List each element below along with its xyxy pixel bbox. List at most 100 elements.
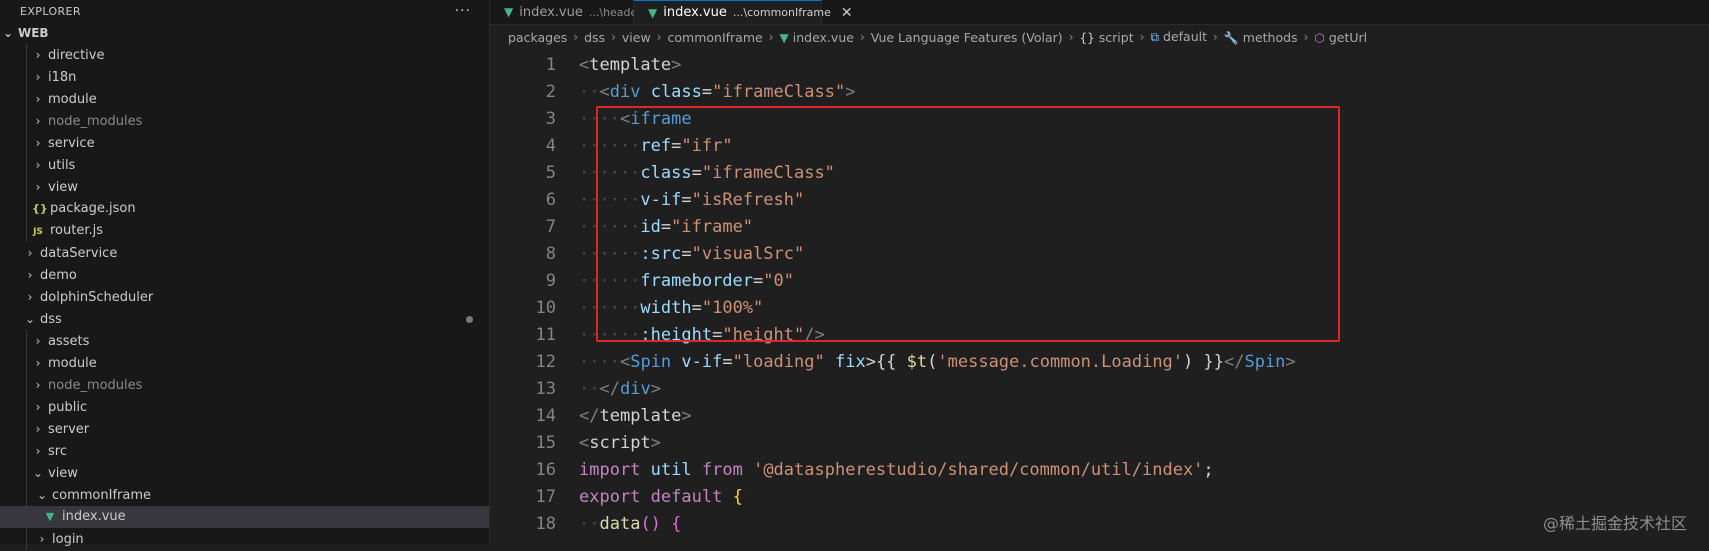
code-line[interactable]: ······width="100%" — [579, 295, 1709, 322]
breadcrumb-label: dss — [584, 29, 606, 45]
indent-guide — [26, 44, 27, 66]
tab-index-vue-header[interactable]: ▼ index.vue ...\header — [490, 0, 642, 24]
tree-item-service[interactable]: › service — [0, 132, 489, 154]
code-line[interactable]: ······ref="ifr" — [579, 133, 1709, 160]
breadcrumb-item[interactable]: commonIframe — [668, 30, 763, 45]
code-line[interactable]: ··data() { — [579, 511, 1709, 538]
tree-item-label: server — [48, 422, 90, 437]
modified-dot-icon — [466, 316, 473, 323]
code-line[interactable]: ······:src="visualSrc" — [579, 241, 1709, 268]
chevron-right-icon: › — [1303, 30, 1309, 44]
code-line[interactable]: ··</div> — [579, 376, 1709, 403]
tree-item-label: utils — [48, 158, 76, 173]
tree-item-node-modules[interactable]: › node_modules — [0, 110, 489, 132]
chevron-right-icon: › — [1068, 30, 1074, 44]
editor-tabs: ▼ index.vue ...\header ▼ index.vue ...\c… — [490, 0, 1709, 25]
code-line[interactable]: ······id="iframe" — [579, 214, 1709, 241]
breadcrumb-item[interactable]: ⧉ default — [1150, 29, 1207, 45]
code-line[interactable]: <script> — [579, 430, 1709, 457]
vue-file-icon: ▼ — [648, 5, 658, 20]
tree-item-module[interactable]: › module — [0, 352, 489, 374]
tree-item-package-json[interactable]: {} package.json — [0, 198, 489, 220]
code-token: </ — [599, 379, 620, 399]
tree-item-commoniframe[interactable]: ⌄ commonIframe — [0, 484, 489, 506]
close-icon[interactable]: ✕ — [841, 5, 853, 21]
code-line[interactable]: ······frameborder="0" — [579, 268, 1709, 295]
indent-guide — [26, 198, 27, 220]
code-token: ······ — [579, 271, 641, 291]
indent-guide — [26, 462, 27, 484]
breadcrumb-label: commonIframe — [667, 29, 763, 45]
code-line[interactable]: ····<iframe — [579, 106, 1709, 133]
tree-item-dolphinscheduler[interactable]: › dolphinScheduler — [0, 286, 489, 308]
tree-item-i18n[interactable]: › i18n — [0, 66, 489, 88]
breadcrumb-item[interactable]: dss — [584, 30, 605, 45]
more-actions-icon[interactable]: ··· — [455, 3, 471, 19]
code-line[interactable]: ······v-if="isRefresh" — [579, 187, 1709, 214]
chevron-down-icon: ⌄ — [36, 488, 48, 502]
line-number: 15 — [535, 433, 556, 453]
tree-item-login[interactable]: › login — [0, 528, 489, 550]
breadcrumb-item[interactable]: view — [622, 30, 651, 45]
code-line[interactable]: </template> — [579, 403, 1709, 430]
breadcrumb-item[interactable]: ⬡ getUrl — [1314, 30, 1367, 45]
breadcrumb-item[interactable]: Vue Language Features (Volar) — [871, 30, 1063, 45]
code-token: template — [589, 55, 672, 75]
code-token: ·· — [579, 379, 600, 399]
code-editor[interactable]: 1 2 3 4 5 6 7 8 9 10 11 12 13 14 15 16 17 18 <template> ··… — [490, 52, 1709, 544]
code-token: < — [579, 55, 590, 75]
braces-icon: {} — [1079, 30, 1095, 45]
code-token: > — [1285, 352, 1296, 372]
breadcrumb-item[interactable]: packages — [508, 30, 567, 45]
code-line[interactable]: ······:height="height"/> — [579, 322, 1709, 349]
tree-item-dss[interactable]: ⌄ dss — [0, 308, 489, 330]
tree-item-server[interactable]: › server — [0, 418, 489, 440]
code-line[interactable]: import util from '@dataspherestudio/shar… — [579, 457, 1709, 484]
code-token: :src — [640, 244, 682, 264]
code-line[interactable]: ····<Spin v-if="loading" fix>{{ $t('mess… — [579, 349, 1709, 376]
tree-item-index-vue[interactable]: ▼ index.vue — [0, 506, 489, 528]
tree-item-router-js[interactable]: JS router.js — [0, 220, 489, 242]
tree-item-src[interactable]: › src — [0, 440, 489, 462]
tree-item-node-modules[interactable]: › node_modules — [0, 374, 489, 396]
breadcrumb-label: Vue Language Features (Volar) — [870, 29, 1063, 45]
breadcrumb-item[interactable]: {} script — [1080, 30, 1134, 45]
tree-item-public[interactable]: › public — [0, 396, 489, 418]
chevron-right-icon: › — [768, 30, 774, 44]
breadcrumb-label: view — [621, 29, 651, 45]
code-token: Spin — [1244, 352, 1286, 372]
tab-index-vue-commoniframe[interactable]: ▼ index.vue ...\commonIframe ✕ — [634, 0, 853, 24]
code-token: = — [722, 352, 733, 372]
indent-guide — [26, 330, 27, 352]
tree-item-directive[interactable]: › directive — [0, 44, 489, 66]
code-token: ······ — [579, 325, 641, 345]
breadcrumb-item[interactable]: ▼ index.vue — [780, 30, 854, 45]
tree-root-web[interactable]: ⌄ WEB — [0, 22, 489, 44]
code-line[interactable]: export default { — [579, 484, 1709, 511]
tree-item-demo[interactable]: › demo — [0, 264, 489, 286]
code-line[interactable]: <template> — [579, 52, 1709, 79]
tree-item-dataservice[interactable]: › dataService — [0, 242, 489, 264]
indent-guide — [26, 396, 27, 418]
code-line[interactable]: ······class="iframeClass" — [579, 160, 1709, 187]
chevron-right-icon: › — [39, 532, 45, 546]
module-icon: ⧉ — [1150, 30, 1160, 44]
code-token: > — [845, 82, 856, 102]
line-number: 5 — [545, 163, 556, 183]
code-content[interactable]: <template> ··<div class="iframeClass"> ···… — [579, 52, 1709, 538]
breadcrumb-item[interactable]: 🔧 methods — [1224, 30, 1298, 45]
code-line[interactable]: ··<div class="iframeClass"> — [579, 79, 1709, 106]
code-token: ······ — [579, 163, 641, 183]
tree-item-view[interactable]: ⌄ view — [0, 462, 489, 484]
tree-item-utils[interactable]: › utils — [0, 154, 489, 176]
chevron-down-icon: ⌄ — [2, 26, 14, 40]
tree-item-view[interactable]: › view — [0, 176, 489, 198]
chevron-down-icon: ⌄ — [24, 312, 36, 326]
line-number: 17 — [535, 487, 556, 507]
tree-item-label: service — [48, 136, 95, 151]
tree-item-module[interactable]: › module — [0, 88, 489, 110]
chevron-right-icon: › — [35, 114, 41, 128]
tree-item-assets[interactable]: › assets — [0, 330, 489, 352]
chevron-right-icon: › — [656, 30, 662, 44]
